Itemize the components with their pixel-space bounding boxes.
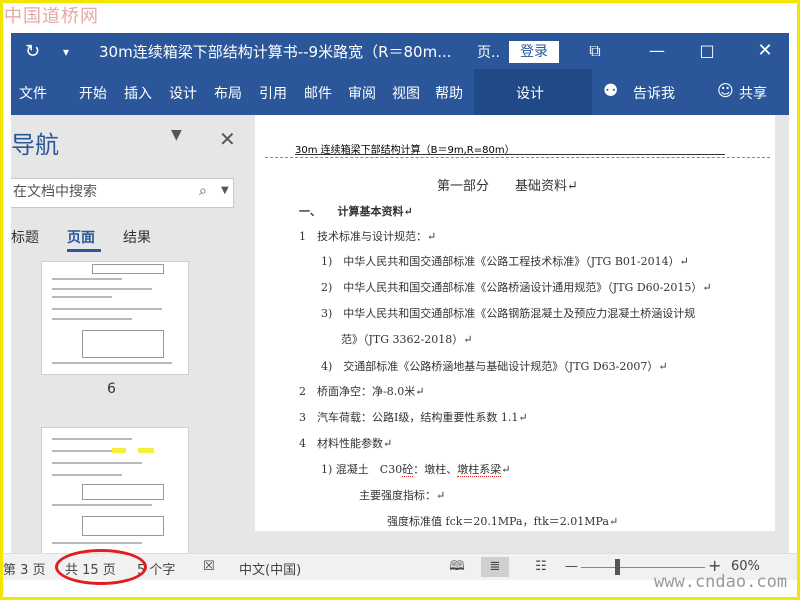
paragraph-mark: ↵ bbox=[501, 463, 511, 476]
maximize-icon[interactable]: □ bbox=[689, 37, 725, 65]
doc-paragraph: 3 汽车荷载：公路Ⅰ级，结构重要性系数 1.1↵ bbox=[299, 411, 528, 424]
watermark-url: www.cndao.com bbox=[654, 572, 788, 592]
doc-paragraph: 2 桥面净空：净-8.0米↵ bbox=[299, 385, 425, 398]
document-title: 30m连续箱梁下部结构计算书--9米路宽（R＝80m... bbox=[99, 43, 452, 61]
concrete-usage-text: ：墩柱、 bbox=[413, 463, 458, 476]
tab-results[interactable]: 结果 bbox=[123, 227, 151, 247]
page-indicator[interactable]: 第 3 页 bbox=[3, 559, 46, 578]
tab-design[interactable]: 设计 bbox=[169, 83, 197, 103]
language-indicator[interactable]: 中文(中国) bbox=[239, 559, 301, 578]
web-layout-icon[interactable]: ☷ bbox=[527, 557, 555, 577]
tab-pages[interactable]: 页面 bbox=[67, 227, 95, 247]
search-options-dropdown-icon[interactable]: ▼ bbox=[221, 185, 229, 196]
minimize-icon[interactable]: — bbox=[639, 37, 675, 65]
doc-paragraph: 2) 中华人民共和国交通部标准《公路桥涵设计通用规范》（JTG D60-2015… bbox=[321, 281, 712, 294]
document-area[interactable]: 30m 连续箱梁下部结构计算（B＝9m,R=80m） 第一部分 基础资料↵ 一、… bbox=[255, 115, 789, 553]
title-bar: ↻ ▾ 30m连续箱梁下部结构计算书--9米路宽（R＝80m... 页.. 登录… bbox=[11, 33, 789, 69]
tell-me-button[interactable]: 告诉我 bbox=[633, 83, 675, 103]
active-tab-indicator bbox=[67, 249, 101, 252]
doc-paragraph: 主要强度指标：↵ bbox=[359, 489, 446, 502]
nav-search-box[interactable]: ⌕ ▼ bbox=[11, 178, 234, 208]
doc-paragraph-concrete: 1) 混凝土 C30砼：墩柱、墩柱系梁↵ bbox=[321, 461, 510, 477]
doc-paragraph: 强度标准值 fck＝20.1MPa，ftk＝2.01MPa↵ bbox=[387, 515, 619, 528]
subsection-heading: 一、 计算基本资料↵ bbox=[299, 205, 413, 218]
chevron-down-icon[interactable]: ▼ bbox=[171, 127, 182, 143]
header-rule bbox=[295, 154, 725, 155]
lightbulb-icon[interactable]: ⚉ bbox=[603, 81, 618, 101]
zoom-out-icon[interactable]: — bbox=[565, 559, 578, 574]
section-heading: 第一部分 基础资料↵ bbox=[437, 179, 578, 194]
refresh-icon[interactable]: ↻ bbox=[25, 41, 40, 62]
spelling-flag: 墩柱系梁 bbox=[457, 463, 502, 477]
spelling-flag: 砼 bbox=[402, 463, 414, 477]
tab-review[interactable]: 审阅 bbox=[348, 83, 376, 103]
tab-layout[interactable]: 布局 bbox=[214, 83, 242, 103]
person-icon[interactable]: ☺ bbox=[717, 81, 734, 100]
page-thumbnail-number: 6 bbox=[107, 381, 116, 397]
tab-mailings[interactable]: 邮件 bbox=[304, 83, 332, 103]
page-thumbnail[interactable] bbox=[41, 261, 189, 375]
annotation-ellipse bbox=[55, 549, 147, 585]
page-thumbnail[interactable] bbox=[41, 427, 189, 559]
tab-view[interactable]: 视图 bbox=[392, 83, 420, 103]
search-input[interactable] bbox=[13, 182, 193, 202]
close-icon[interactable]: ✕ bbox=[219, 127, 236, 151]
proofing-icon[interactable]: ☒ bbox=[203, 559, 215, 574]
header-boundary bbox=[265, 157, 770, 158]
quick-access-dropdown-icon[interactable]: ▾ bbox=[63, 45, 69, 59]
navigation-pane: 导航 ▼ ✕ ⌕ ▼ 标题 页面 结果 6 bbox=[11, 115, 255, 559]
doc-paragraph: 1 技术标准与设计规范：↵ bbox=[299, 230, 437, 243]
tab-context-design[interactable]: 设计 bbox=[474, 69, 592, 115]
login-button[interactable]: 登录 bbox=[509, 41, 559, 63]
watermark-logo: 中国道桥网 bbox=[4, 6, 99, 27]
search-icon[interactable]: ⌕ bbox=[199, 183, 207, 199]
nav-pane-title: 导航 bbox=[11, 131, 59, 159]
screenshot-frame: ↻ ▾ 30m连续箱梁下部结构计算书--9米路宽（R＝80m... 页.. 登录… bbox=[0, 0, 800, 600]
zoom-slider[interactable] bbox=[581, 567, 705, 568]
print-layout-icon[interactable]: ≣ bbox=[481, 557, 509, 577]
doc-paragraph: 3) 中华人民共和国交通部标准《公路钢筋混凝土及预应力混凝土桥涵设计规 bbox=[321, 307, 696, 320]
share-button[interactable]: 共享 bbox=[739, 83, 767, 103]
tab-file[interactable]: 文件 bbox=[19, 83, 47, 103]
doc-paragraph: 4 材料性能参数↵ bbox=[299, 437, 393, 450]
close-icon[interactable]: ✕ bbox=[747, 37, 783, 65]
tab-help[interactable]: 帮助 bbox=[435, 83, 463, 103]
concrete-grade-text: 1) 混凝土 C30 bbox=[321, 463, 403, 476]
ribbon-tabs: 文件 开始 插入 设计 布局 引用 邮件 审阅 视图 帮助 设计 ⚉ 告诉我 ☺… bbox=[11, 69, 789, 115]
context-design-label: 设计 bbox=[516, 86, 544, 102]
read-mode-icon[interactable]: 🕮 bbox=[443, 557, 471, 577]
ribbon-restore-icon[interactable]: ⧉ bbox=[577, 37, 613, 65]
zoom-slider-thumb[interactable] bbox=[615, 559, 620, 575]
tab-insert[interactable]: 插入 bbox=[124, 83, 152, 103]
doc-paragraph: 1) 中华人民共和国交通部标准《公路工程技术标准》（JTG B01-2014）↵ bbox=[321, 255, 689, 268]
doc-paragraph: 4) 交通部标准《公路桥涵地基与基础设计规范》（JTG D63-2007）↵ bbox=[321, 360, 668, 373]
tab-headings[interactable]: 标题 bbox=[11, 227, 39, 247]
ribbon-display-options[interactable]: 页.. bbox=[477, 42, 500, 62]
tab-home[interactable]: 开始 bbox=[79, 83, 107, 103]
tab-references[interactable]: 引用 bbox=[259, 83, 287, 103]
document-page[interactable]: 30m 连续箱梁下部结构计算（B＝9m,R=80m） 第一部分 基础资料↵ 一、… bbox=[255, 115, 775, 531]
doc-paragraph: 范》（JTG 3362-2018）↵ bbox=[341, 333, 473, 346]
